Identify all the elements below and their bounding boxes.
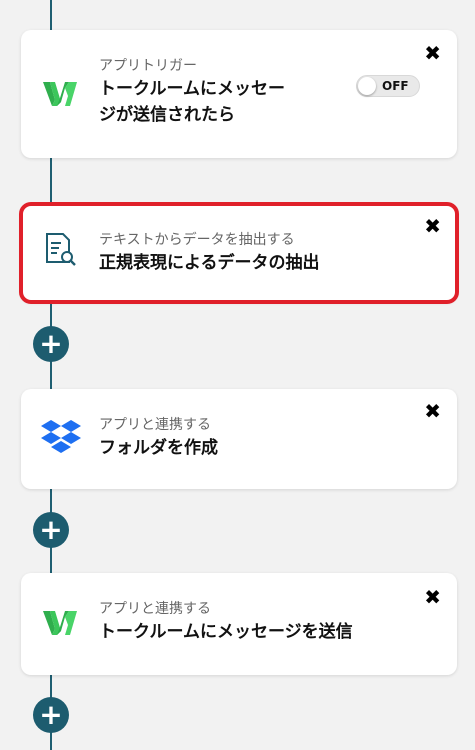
close-icon[interactable]: ✖ [424,43,441,63]
flow-step-card-selected[interactable]: テキストからデータを抽出する 正規表現によるデータの抽出 ✖ [19,202,459,304]
step-title: 正規表現によるデータの抽出 [99,253,320,273]
flow-connector [50,158,52,208]
trigger-toggle[interactable]: OFF [356,75,420,97]
step-type-label: アプリと連携する [99,601,211,617]
flow-step-card[interactable]: アプリと連携する フォルダを作成 ✖ [21,389,457,489]
document-search-icon [41,230,81,270]
flow-step-card[interactable]: アプリトリガー トークルームにメッセージが送信されたら OFF ✖ [21,30,457,158]
step-title: トークルームにメッセージが送信されたら [99,79,285,125]
worksmobile-logo [41,603,81,643]
toggle-knob [358,77,376,95]
step-title: フォルダを作成 [99,438,218,458]
add-step-button[interactable]: + [33,697,69,733]
add-step-button[interactable]: + [33,512,69,548]
step-type-label: テキストからデータを抽出する [99,232,295,248]
close-icon[interactable]: ✖ [424,216,441,236]
step-type-label: アプリと連携する [99,417,211,433]
step-type-label: アプリトリガー [99,58,197,74]
dropbox-logo [41,417,81,457]
step-title: トークルームにメッセージを送信 [99,622,353,642]
close-icon[interactable]: ✖ [424,401,441,421]
close-icon[interactable]: ✖ [424,587,441,607]
worksmobile-logo [41,74,81,114]
flow-step-card[interactable]: アプリと連携する トークルームにメッセージを送信 ✖ [21,573,457,675]
add-step-button[interactable]: + [33,326,69,362]
toggle-label: OFF [382,79,409,93]
flow-connector [50,0,52,30]
